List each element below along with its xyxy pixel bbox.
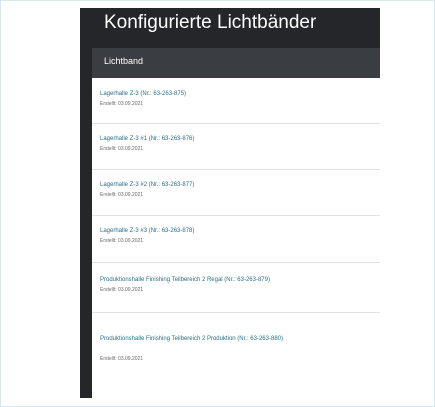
lichtband-link[interactable]: Lagerhalle Z-3 #1 (Nr.: 63-263-876) bbox=[100, 134, 374, 144]
lichtband-link[interactable]: Produktionshalle Finishing Teilbereich 2… bbox=[100, 275, 374, 285]
created-date: Erstellt: 03.09.2021 bbox=[100, 192, 144, 198]
list-item: Lagerhalle Z-3 #2 (Nr.: 63-263-877) Erst… bbox=[92, 170, 380, 216]
list-item: Lagerhalle Z-3 (Nr.: 63-263-875) Erstell… bbox=[92, 78, 380, 124]
lichtband-list: Lagerhalle Z-3 (Nr.: 63-263-875) Erstell… bbox=[92, 78, 380, 398]
lichtband-link[interactable]: Lagerhalle Z-3 #3 (Nr.: 63-263-878) bbox=[100, 226, 374, 236]
column-header-lichtband[interactable]: Lichtband bbox=[104, 56, 143, 66]
lichtband-link[interactable]: Lagerhalle Z-3 (Nr.: 63-263-875) bbox=[100, 89, 374, 99]
lichtband-link[interactable]: Produktionshalle Finishing Teilbereich 2… bbox=[100, 334, 374, 344]
created-date: Erstellt: 03.09.2021 bbox=[100, 238, 144, 244]
page-title: Konfigurierte Lichtbänder bbox=[104, 12, 317, 33]
table-header: Lichtband bbox=[92, 48, 380, 78]
list-item: Produktionshalle Finishing Teilbereich 2… bbox=[92, 263, 380, 313]
lichtband-link[interactable]: Lagerhalle Z-3 #2 (Nr.: 63-263-877) bbox=[100, 180, 374, 190]
created-date: Erstellt: 03.09.2021 bbox=[100, 356, 144, 362]
list-item: Lagerhalle Z-3 #3 (Nr.: 63-263-878) Erst… bbox=[92, 216, 380, 263]
created-date: Erstellt: 03.09.2021 bbox=[100, 146, 144, 152]
list-item: Lagerhalle Z-3 #1 (Nr.: 63-263-876) Erst… bbox=[92, 124, 380, 170]
created-date: Erstellt: 03.09.2021 bbox=[100, 101, 144, 107]
created-date: Erstellt: 03.09.2021 bbox=[100, 287, 144, 293]
list-item: Produktionshalle Finishing Teilbereich 2… bbox=[92, 313, 380, 398]
